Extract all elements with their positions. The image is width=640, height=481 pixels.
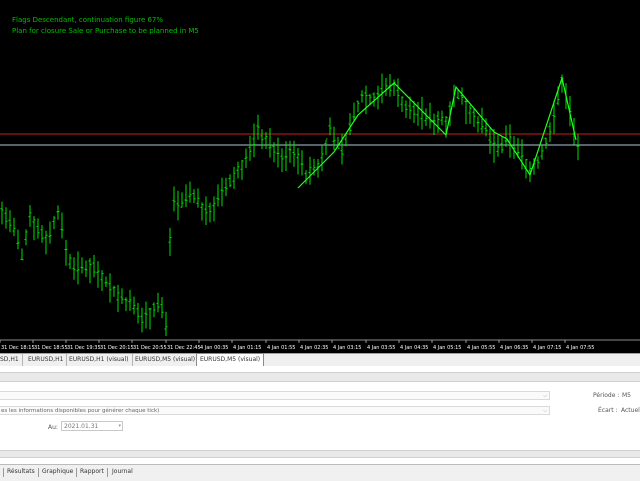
chart-tab[interactable]: SD,H1 bbox=[0, 354, 23, 366]
time-tick-label: 31 Dec 19:35 bbox=[67, 345, 101, 351]
chart-tabs-bar: SD,H1 EURUSD,H1 EURUSD,H1 (visual) EURUS… bbox=[0, 353, 640, 367]
tester-tabs: Résultats Graphique Rapport Journal bbox=[0, 464, 640, 481]
period-value[interactable]: M5 bbox=[622, 392, 631, 399]
chevron-down-icon: ⌵ bbox=[543, 393, 547, 399]
time-tick-label: 31 Dec 18:55 bbox=[34, 345, 68, 351]
calendar-dropdown-icon[interactable]: ▾ bbox=[118, 422, 121, 431]
panel-divider bbox=[0, 372, 640, 382]
spread-label: Écart : bbox=[598, 407, 618, 414]
time-tick-label: 4 Jan 07:55 bbox=[566, 345, 594, 351]
time-tick-label: 4 Jan 05:15 bbox=[433, 345, 461, 351]
time-tick-label: 31 Dec 20:15 bbox=[100, 345, 134, 351]
time-tick-label: 31 Dec 18:15 bbox=[1, 345, 35, 351]
chart-tab[interactable]: EURUSD,H1 bbox=[25, 354, 68, 366]
time-tick-label: 4 Jan 03:55 bbox=[367, 345, 395, 351]
time-tick-label: 4 Jan 06:35 bbox=[500, 345, 528, 351]
period-label: Période : bbox=[593, 392, 620, 399]
time-tick-label: 4 Jan 04:35 bbox=[400, 345, 428, 351]
tab-graph[interactable]: Graphique bbox=[42, 468, 73, 475]
chart-canvas[interactable]: 31 Dec 18:15 31 Dec 18:55 31 Dec 19:35 31 D… bbox=[0, 0, 640, 353]
chart-annotation-1: Flags Descendant, continuation figure 67… bbox=[12, 16, 164, 24]
time-tick-label: 4 Jan 01:15 bbox=[233, 345, 261, 351]
time-tick-label: 4 Jan 03:15 bbox=[333, 345, 361, 351]
chart-tab-active[interactable]: EURUSD,M5 (visual) bbox=[196, 353, 265, 367]
chart-tab[interactable]: EURUSD,H1 (visual) bbox=[66, 354, 133, 366]
chart-tab[interactable]: EURUSD,M5 (visual) bbox=[132, 354, 200, 366]
expert-select[interactable]: ⌵ bbox=[0, 391, 550, 400]
time-tick-label: 31 Dec 20:55 bbox=[133, 345, 167, 351]
chart-annotation-2: Plan for closure Sale or Purchase to be … bbox=[12, 27, 199, 35]
tab-report[interactable]: Rapport bbox=[80, 468, 104, 475]
time-tick-label: 31 Dec 22:45 bbox=[167, 345, 201, 351]
chevron-down-icon: ⌵ bbox=[543, 408, 547, 414]
price-chart[interactable]: 31 Dec 18:15 31 Dec 18:55 31 Dec 19:35 31 D… bbox=[0, 0, 640, 353]
date-to-label: Au: bbox=[48, 424, 58, 431]
time-tick-label: 4 Jan 02:35 bbox=[300, 345, 328, 351]
model-select[interactable]: es les informations disponibles pour gén… bbox=[0, 406, 550, 415]
time-tick-label: 4 Jan 00:35 bbox=[200, 345, 228, 351]
tab-results[interactable]: Résultats bbox=[7, 468, 35, 475]
tester-settings-panel: ⌵ Période : M5 es les informations dispo… bbox=[0, 366, 640, 480]
date-to-field[interactable]: 2021.01.31 ▾ bbox=[61, 421, 123, 431]
time-tick-label: 4 Jan 01:55 bbox=[267, 345, 295, 351]
tab-journal[interactable]: Journal bbox=[112, 468, 133, 475]
panel-divider bbox=[0, 450, 640, 458]
time-tick-label: 4 Jan 05:55 bbox=[467, 345, 495, 351]
time-tick-label: 4 Jan 07:15 bbox=[533, 345, 561, 351]
spread-value[interactable]: Actuel bbox=[621, 407, 640, 414]
